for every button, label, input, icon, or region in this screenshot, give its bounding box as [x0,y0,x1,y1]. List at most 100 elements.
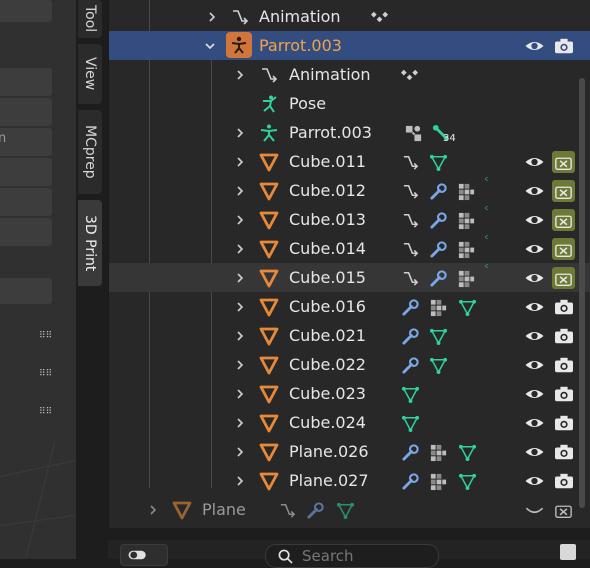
expand-chevron-icon[interactable] [205,2,219,31]
mesh-data-icon [428,152,448,172]
mesh-object-icon [258,180,279,201]
expand-chevron-icon[interactable] [233,234,247,263]
outliner-row-animation[interactable]: Animation [109,2,590,31]
outliner-row-plane-027[interactable]: Plane.027 [109,466,590,495]
row-label: Cube.021 [289,326,366,345]
new-collection-icon[interactable] [560,544,576,560]
panel-field[interactable] [0,218,52,246]
expand-chevron-icon[interactable] [233,118,247,147]
visibility-eye-icon[interactable] [523,471,545,491]
expand-chevron-icon[interactable] [233,292,247,321]
render-camera-icon[interactable] [552,325,575,347]
mesh-object-icon [171,499,192,520]
mesh-object-icon [258,296,279,317]
expand-chevron-icon[interactable] [233,205,247,234]
wrench-modifier-icon [400,326,420,346]
mesh-object-icon [258,383,279,404]
search-input[interactable]: Search [265,544,439,568]
visibility-eye-icon[interactable] [523,152,545,172]
render-camera-icon[interactable] [552,383,575,405]
panel-field[interactable] [0,278,52,304]
render-disabled-icon[interactable] [552,151,575,173]
render-camera-icon[interactable] [552,354,575,376]
panel-field[interactable] [0,68,52,96]
outliner-row-plane[interactable]: Plane [109,495,590,524]
expand-chevron-icon[interactable] [233,350,247,379]
hidden-eye-icon[interactable] [523,500,545,520]
outliner-row-cube-023[interactable]: Cube.023 [109,379,590,408]
render-camera-icon[interactable] [552,35,575,57]
tab-mcprep[interactable]: MCprep [78,110,102,194]
particle-grid-icon [456,181,476,201]
collapse-chevron-icon[interactable] [203,31,217,60]
render-disabled-icon[interactable] [552,180,575,202]
drag-handle-icon[interactable]: ⠿⠿ [39,369,52,379]
outliner-row-cube-011[interactable]: Cube.011 [109,147,590,176]
outliner-row-cube-021[interactable]: Cube.021 [109,321,590,350]
outliner-row-cube-016[interactable]: Cube.016 [109,292,590,321]
expand-chevron-icon[interactable] [146,495,160,524]
outliner-row-cube-012[interactable]: Cube.012 ᶜ [109,176,590,205]
panel-field[interactable] [0,0,52,22]
row-label: Plane.027 [289,471,369,490]
drag-handle-icon[interactable]: ⠿⠿ [39,331,52,341]
visibility-eye-icon[interactable] [523,355,545,375]
row-label: Parrot.003 [289,123,372,142]
row-label: Parrot.003 [259,36,342,55]
visibility-eye-icon[interactable] [523,268,545,288]
visibility-eye-icon[interactable] [523,210,545,230]
render-disabled-icon[interactable] [552,499,575,521]
outliner-row-cube-015[interactable]: Cube.015 ᶜ [109,263,590,292]
render-disabled-icon[interactable] [552,209,575,231]
particle-grid-icon [428,471,448,491]
drag-handle-icon[interactable]: ⠿⠿ [39,407,52,417]
outliner-row-cube-014[interactable]: Cube.014 ᶜ [109,234,590,263]
visibility-eye-icon[interactable] [523,413,545,433]
wrench-modifier-icon [305,500,325,520]
render-camera-icon[interactable] [552,441,575,463]
tab-3d-print[interactable]: 3D Print [78,200,102,286]
panel-field[interactable] [0,98,52,126]
row-label: Animation [259,7,341,26]
outliner-header: Search [108,540,590,568]
render-disabled-icon[interactable] [552,267,575,289]
outliner-row-cube-022[interactable]: Cube.022 [109,350,590,379]
visibility-eye-icon[interactable] [523,442,545,462]
particle-grid-icon [456,268,476,288]
expand-chevron-icon[interactable] [233,408,247,437]
render-camera-icon[interactable] [552,470,575,492]
outliner-row-cube-024[interactable]: Cube.024 [109,408,590,437]
panel-field[interactable] [0,128,52,156]
visibility-eye-icon[interactable] [523,384,545,404]
visibility-eye-icon[interactable] [523,297,545,317]
outliner-row-plane-026[interactable]: Plane.026 [109,437,590,466]
vertical-scrollbar[interactable] [579,78,585,508]
panel-field[interactable] [0,158,52,186]
bone-count-badge: 34 [443,133,456,144]
expand-chevron-icon[interactable] [233,321,247,350]
outliner-row-parrot-003[interactable]: Parrot.003 [109,31,590,60]
display-mode-dropdown[interactable] [120,544,168,566]
render-camera-icon[interactable] [552,296,575,318]
outliner-row-pose[interactable]: Pose [109,89,590,118]
visibility-eye-icon[interactable] [523,326,545,346]
outliner-row-animation[interactable]: Animation [109,60,590,89]
expand-chevron-icon[interactable] [233,60,247,89]
row-label: Cube.011 [289,152,366,171]
tab-view[interactable]: View [78,44,102,104]
visibility-eye-icon[interactable] [523,181,545,201]
visibility-eye-icon[interactable] [523,36,545,56]
render-camera-icon[interactable] [552,412,575,434]
render-disabled-icon[interactable] [552,238,575,260]
expand-chevron-icon[interactable] [233,263,247,292]
tab-tool[interactable]: Tool [78,0,102,38]
panel-field[interactable] [0,188,52,216]
visibility-eye-icon[interactable] [523,239,545,259]
outliner-row-cube-013[interactable]: Cube.013 ᶜ [109,205,590,234]
expand-chevron-icon[interactable] [233,379,247,408]
expand-chevron-icon[interactable] [233,437,247,466]
outliner-row-armature-data[interactable]: Parrot.003 34 [109,118,590,147]
expand-chevron-icon[interactable] [233,466,247,495]
expand-chevron-icon[interactable] [233,176,247,205]
expand-chevron-icon[interactable] [233,147,247,176]
